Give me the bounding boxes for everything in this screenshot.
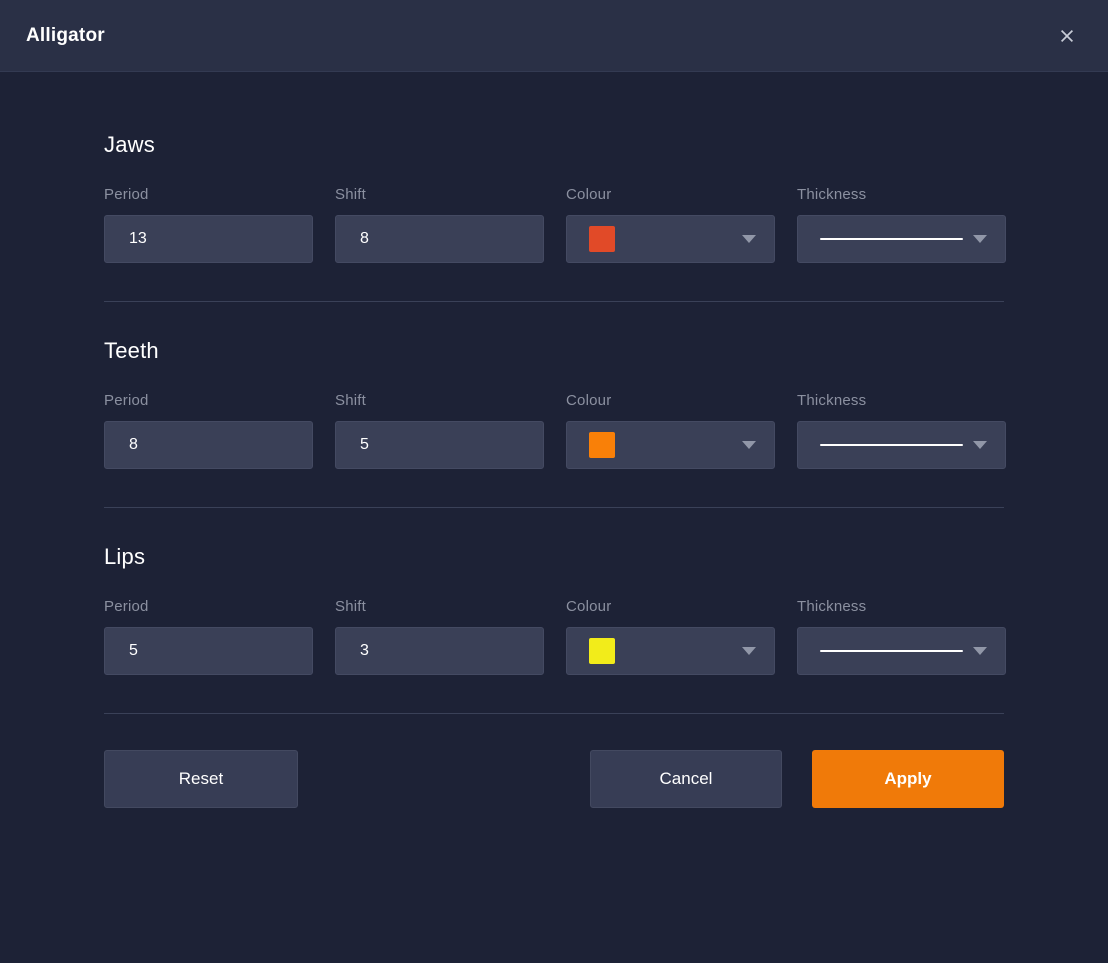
dialog-title: Alligator [26, 25, 105, 47]
footer-action-group: Cancel Apply [590, 750, 1004, 808]
field-jaws-shift: Shift 8 [335, 186, 544, 263]
label-period: Period [104, 392, 313, 409]
input-teeth-period[interactable]: 8 [104, 421, 313, 469]
thickness-line-lips [820, 650, 963, 652]
chevron-down-icon [973, 441, 987, 449]
section-title-jaws: Jaws [104, 132, 1004, 158]
label-thickness: Thickness [797, 598, 1006, 615]
colour-select-teeth[interactable] [566, 421, 775, 469]
apply-button[interactable]: Apply [812, 750, 1004, 808]
section-lips: Lips Period 5 Shift 3 Colour [104, 544, 1004, 714]
input-lips-shift[interactable]: 3 [335, 627, 544, 675]
section-title-teeth: Teeth [104, 338, 1004, 364]
field-teeth-thickness: Thickness [797, 392, 1006, 469]
label-period: Period [104, 598, 313, 615]
chevron-down-icon [973, 235, 987, 243]
dialog-body: Jaws Period 13 Shift 8 Colour [0, 72, 1108, 963]
field-lips-period: Period 5 [104, 598, 313, 675]
close-icon[interactable] [1054, 23, 1080, 49]
thickness-line-teeth [820, 444, 963, 446]
label-shift: Shift [335, 598, 544, 615]
section-jaws: Jaws Period 13 Shift 8 Colour [104, 132, 1004, 302]
label-colour: Colour [566, 186, 775, 203]
dialog-titlebar: Alligator [0, 0, 1108, 72]
field-lips-shift: Shift 3 [335, 598, 544, 675]
label-thickness: Thickness [797, 392, 1006, 409]
label-shift: Shift [335, 392, 544, 409]
fields-row-jaws: Period 13 Shift 8 Colour Thickness [104, 186, 1004, 263]
label-shift: Shift [335, 186, 544, 203]
fields-row-lips: Period 5 Shift 3 Colour Thickness [104, 598, 1004, 675]
colour-swatch-jaws [589, 226, 615, 252]
label-colour: Colour [566, 598, 775, 615]
label-thickness: Thickness [797, 186, 1006, 203]
colour-select-lips[interactable] [566, 627, 775, 675]
alligator-settings-dialog: Alligator Jaws Period 13 Shift 8 Co [0, 0, 1108, 963]
section-divider [104, 713, 1004, 714]
thickness-select-teeth[interactable] [797, 421, 1006, 469]
field-lips-thickness: Thickness [797, 598, 1006, 675]
thickness-select-jaws[interactable] [797, 215, 1006, 263]
field-jaws-period: Period 13 [104, 186, 313, 263]
field-teeth-shift: Shift 5 [335, 392, 544, 469]
field-lips-colour: Colour [566, 598, 775, 675]
colour-select-jaws[interactable] [566, 215, 775, 263]
section-divider [104, 301, 1004, 302]
thickness-select-lips[interactable] [797, 627, 1006, 675]
field-teeth-period: Period 8 [104, 392, 313, 469]
section-title-lips: Lips [104, 544, 1004, 570]
colour-swatch-lips [589, 638, 615, 664]
input-lips-period[interactable]: 5 [104, 627, 313, 675]
dialog-footer: Reset Cancel Apply [104, 750, 1004, 808]
thickness-preview-jaws [820, 238, 973, 240]
input-teeth-shift[interactable]: 5 [335, 421, 544, 469]
cancel-button[interactable]: Cancel [590, 750, 782, 808]
chevron-down-icon [742, 235, 756, 243]
field-teeth-colour: Colour [566, 392, 775, 469]
label-colour: Colour [566, 392, 775, 409]
field-jaws-thickness: Thickness [797, 186, 1006, 263]
chevron-down-icon [742, 647, 756, 655]
chevron-down-icon [742, 441, 756, 449]
colour-swatch-teeth [589, 432, 615, 458]
input-jaws-shift[interactable]: 8 [335, 215, 544, 263]
section-divider [104, 507, 1004, 508]
section-teeth: Teeth Period 8 Shift 5 Colour [104, 338, 1004, 508]
label-period: Period [104, 186, 313, 203]
thickness-preview-lips [820, 650, 973, 652]
reset-button[interactable]: Reset [104, 750, 298, 808]
input-jaws-period[interactable]: 13 [104, 215, 313, 263]
field-jaws-colour: Colour [566, 186, 775, 263]
chevron-down-icon [973, 647, 987, 655]
thickness-line-jaws [820, 238, 963, 240]
thickness-preview-teeth [820, 444, 973, 446]
fields-row-teeth: Period 8 Shift 5 Colour Thickness [104, 392, 1004, 469]
